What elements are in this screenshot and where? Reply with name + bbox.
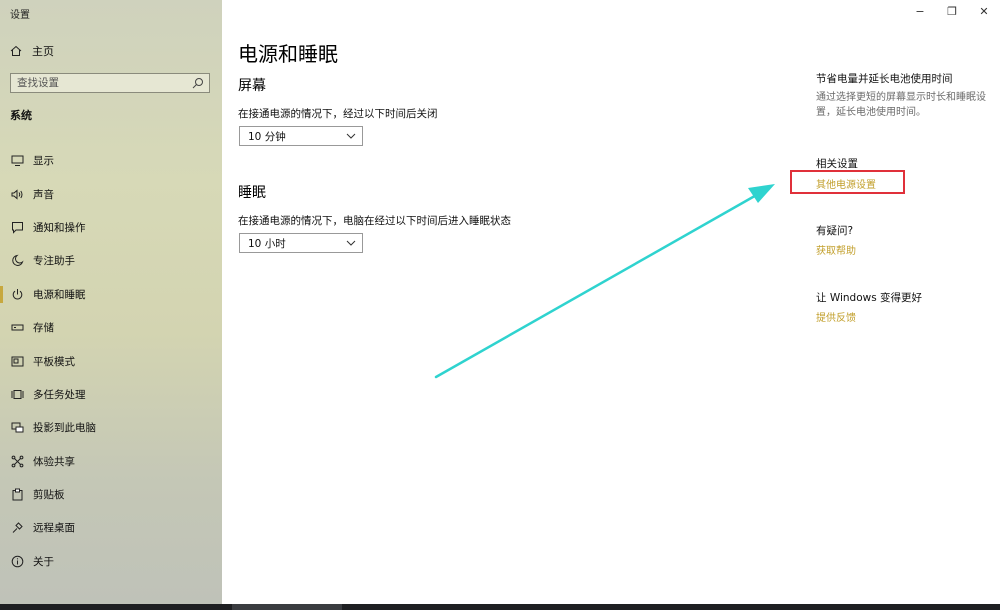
monitor-icon: [10, 154, 24, 168]
sidebar-item-sound[interactable]: 声音: [0, 177, 222, 210]
sidebar-item-label: 显示: [33, 155, 54, 168]
sidebar-item-remote-desktop[interactable]: 远程桌面: [0, 511, 222, 544]
screen-timeout-dropdown[interactable]: 10 分钟: [239, 126, 363, 146]
sleep-timeout-dropdown[interactable]: 10 小时: [239, 233, 363, 253]
share-icon: [10, 454, 24, 468]
sidebar-item-storage[interactable]: 存储: [0, 311, 222, 344]
storage-icon: [10, 321, 24, 335]
section-label: 系统: [10, 109, 32, 122]
sleep-timeout-value: 10 小时: [248, 237, 286, 250]
remote-icon: [10, 521, 24, 535]
sidebar-item-tablet-mode[interactable]: 平板模式: [0, 344, 222, 377]
sleep-heading: 睡眠: [238, 185, 266, 201]
sidebar-item-label: 投影到此电脑: [33, 422, 96, 435]
sidebar-item-label: 专注助手: [33, 255, 75, 268]
sidebar-item-display[interactable]: 显示: [0, 144, 222, 177]
sidebar-item-label: 平板模式: [33, 355, 75, 368]
battery-heading: 节省电量并延长电池使用时间: [816, 73, 953, 85]
taskbar-active-app[interactable]: [232, 604, 342, 610]
sidebar-item-label: 通知和操作: [33, 221, 86, 234]
multitask-icon: [10, 387, 24, 401]
sidebar-item-about[interactable]: 关于: [0, 545, 222, 578]
app-title: 设置: [10, 10, 30, 21]
maximize-button[interactable]: ❐: [936, 0, 968, 22]
chevron-down-icon: [346, 240, 356, 246]
feedback-link[interactable]: 提供反馈: [816, 309, 856, 324]
sidebar-item-shared-experiences[interactable]: 体验共享: [0, 445, 222, 478]
search-box[interactable]: [10, 73, 210, 93]
sidebar: 设置 主页 系统 显示 声音 通知和操作 专注助手 电源和睡眠: [0, 0, 222, 604]
sidebar-item-clipboard[interactable]: 剪贴板: [0, 478, 222, 511]
notification-icon: [10, 220, 24, 234]
speaker-icon: [10, 187, 24, 201]
close-button[interactable]: ✕: [968, 0, 1000, 22]
sleep-description: 在接通电源的情况下，电脑在经过以下时间后进入睡眠状态: [238, 215, 511, 227]
moon-icon: [10, 254, 24, 268]
sidebar-item-power-sleep[interactable]: 电源和睡眠: [0, 278, 222, 311]
sidebar-item-label: 远程桌面: [33, 522, 75, 535]
project-icon: [10, 421, 24, 435]
sidebar-item-label: 多任务处理: [33, 388, 86, 401]
get-help-link[interactable]: 获取帮助: [816, 242, 856, 257]
sidebar-item-label: 关于: [33, 555, 54, 568]
related-settings-heading: 相关设置: [816, 158, 858, 170]
search-icon[interactable]: [191, 76, 205, 90]
screen-heading: 屏幕: [238, 78, 266, 94]
battery-text: 通过选择更短的屏幕显示时长和睡眠设置，延长电池使用时间。: [816, 92, 986, 118]
highlight-box: [790, 170, 905, 194]
taskbar: [0, 604, 1000, 610]
sidebar-item-multitasking[interactable]: 多任务处理: [0, 378, 222, 411]
home-icon: [10, 45, 22, 56]
sidebar-item-label: 剪贴板: [33, 489, 65, 502]
home-label: 主页: [32, 45, 54, 58]
power-icon: [10, 287, 24, 301]
search-input[interactable]: [11, 74, 191, 92]
question-heading: 有疑问?: [816, 225, 854, 237]
info-icon: [10, 554, 24, 568]
sidebar-nav: 显示 声音 通知和操作 专注助手 电源和睡眠 存储 平板模式 多任务处理 投影到…: [0, 144, 222, 578]
sidebar-item-label: 存储: [33, 322, 54, 335]
sidebar-item-focus-assist[interactable]: 专注助手: [0, 244, 222, 277]
chevron-down-icon: [346, 133, 356, 139]
minimize-button[interactable]: −: [904, 0, 936, 22]
screen-timeout-value: 10 分钟: [248, 130, 286, 143]
sidebar-item-label: 声音: [33, 188, 54, 201]
page-title: 电源和睡眠: [238, 42, 338, 66]
sidebar-item-project[interactable]: 投影到此电脑: [0, 411, 222, 444]
clipboard-icon: [10, 488, 24, 502]
sidebar-home[interactable]: 主页: [10, 42, 54, 60]
sidebar-item-notifications[interactable]: 通知和操作: [0, 211, 222, 244]
screen-description: 在接通电源的情况下，经过以下时间后关闭: [238, 108, 438, 120]
tablet-icon: [10, 354, 24, 368]
sidebar-item-label: 体验共享: [33, 455, 75, 468]
sidebar-item-label: 电源和睡眠: [33, 288, 86, 301]
improve-heading: 让 Windows 变得更好: [816, 292, 923, 304]
